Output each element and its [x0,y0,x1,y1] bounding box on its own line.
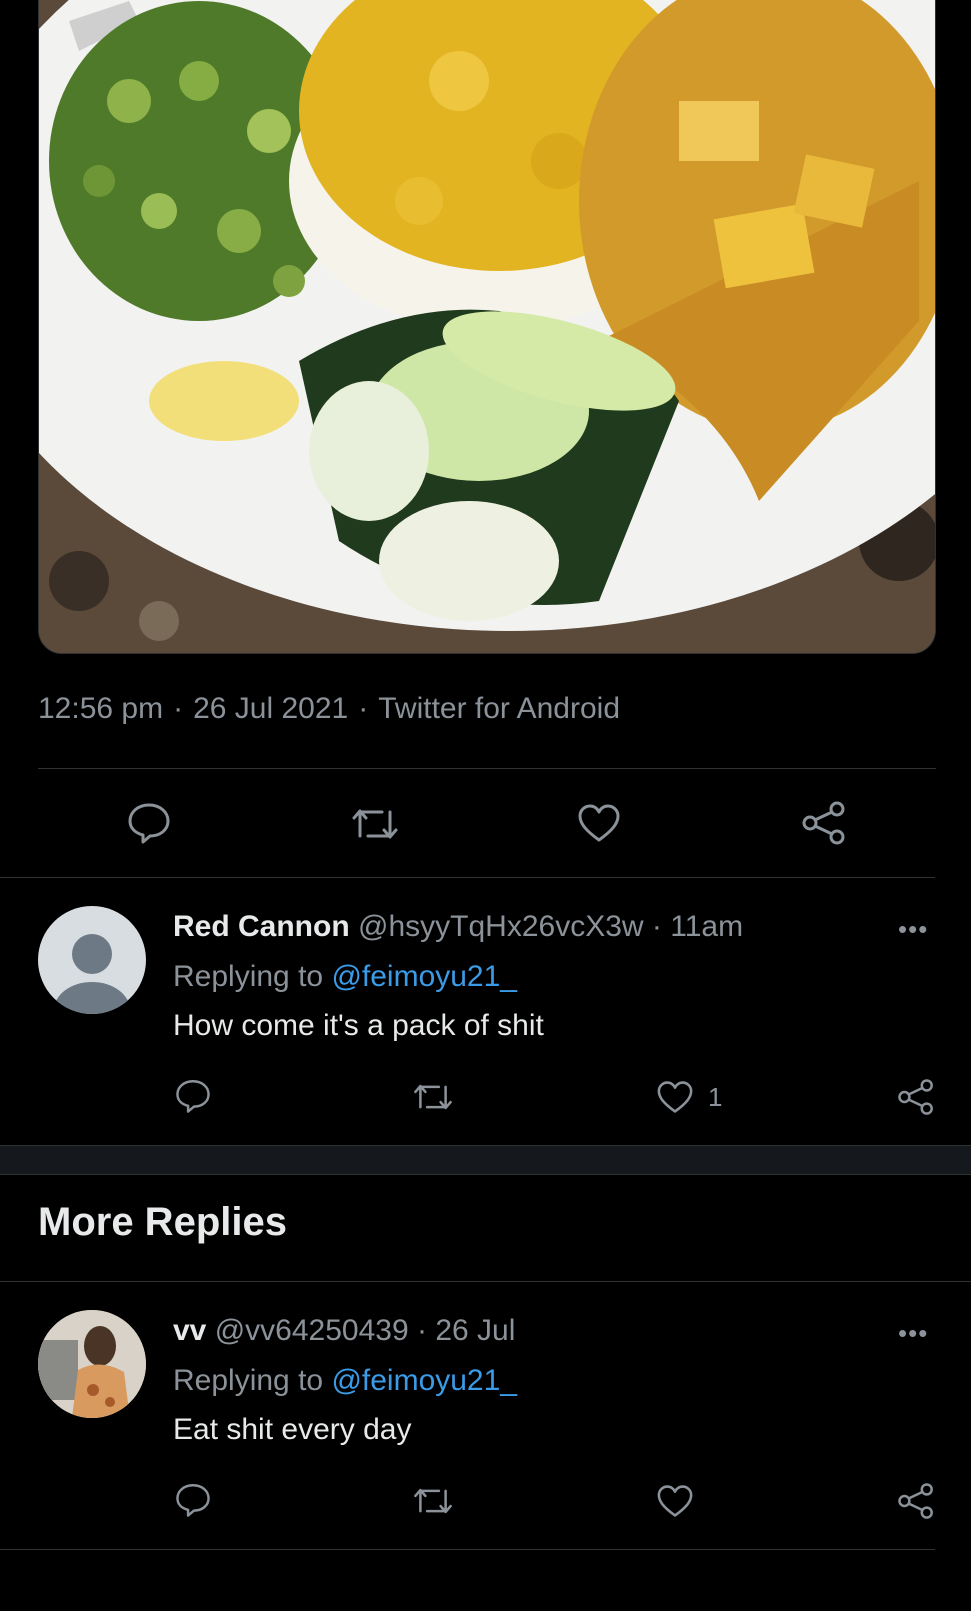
reply-header: vv @vv64250439 · 26 Jul [173,1314,516,1347]
like-icon[interactable] [656,1080,694,1114]
section-gap [0,1146,971,1174]
mention-link[interactable]: @feimoyu21_ [331,960,517,993]
tweet-photo[interactable] [38,0,936,654]
share-icon[interactable] [897,1078,935,1116]
mention-link[interactable]: @feimoyu21_ [331,1364,517,1397]
reply-icon[interactable] [127,802,171,844]
tweet-time: 12:56 pm [38,692,164,725]
like-count: 1 [708,1081,723,1112]
reply-author-handle[interactable]: @vv64250439 [215,1314,409,1347]
like-action[interactable]: 1 [656,1080,722,1114]
reply-text: How come it's a pack of shit [173,1009,544,1042]
reply-icon[interactable] [175,1078,211,1114]
share-icon[interactable] [801,800,847,846]
replying-to-line: Replying to @feimoyu21_ [173,1364,517,1397]
avatar[interactable] [38,1310,146,1418]
reply-icon[interactable] [175,1482,211,1518]
reply-author-name[interactable]: vv [173,1314,206,1347]
divider [38,768,936,769]
reply-author-name[interactable]: Red Cannon [173,910,350,943]
reply-text: Eat shit every day [173,1413,412,1446]
replying-to-line: Replying to @feimoyu21_ [173,960,517,993]
like-action[interactable] [656,1484,708,1518]
retweet-icon[interactable] [412,1080,454,1114]
share-icon[interactable] [897,1482,935,1520]
tweet-meta: 12:56 pm · 26 Jul 2021 · Twitter for Android [38,692,621,725]
like-icon[interactable] [577,803,621,843]
avatar[interactable] [38,906,146,1014]
retweet-icon[interactable] [412,1484,454,1518]
more-icon[interactable]: ••• [898,1318,928,1349]
tweet-date: 26 Jul 2021 [193,692,349,725]
reply-author-handle[interactable]: @hsyyTqHx26vcX3w [358,910,644,943]
divider [0,1281,971,1282]
section-title: More Replies [38,1200,287,1244]
divider [0,877,935,878]
more-icon[interactable]: ••• [898,914,928,945]
reply-time: 26 Jul [435,1314,516,1347]
divider [0,1549,935,1550]
divider [0,1174,971,1175]
tweet-source[interactable]: Twitter for Android [378,692,620,725]
reply-time: 11am [670,910,744,943]
retweet-icon[interactable] [350,804,400,844]
like-icon[interactable] [656,1484,694,1518]
reply-header: Red Cannon @hsyyTqHx26vcX3w · 11am [173,910,744,943]
